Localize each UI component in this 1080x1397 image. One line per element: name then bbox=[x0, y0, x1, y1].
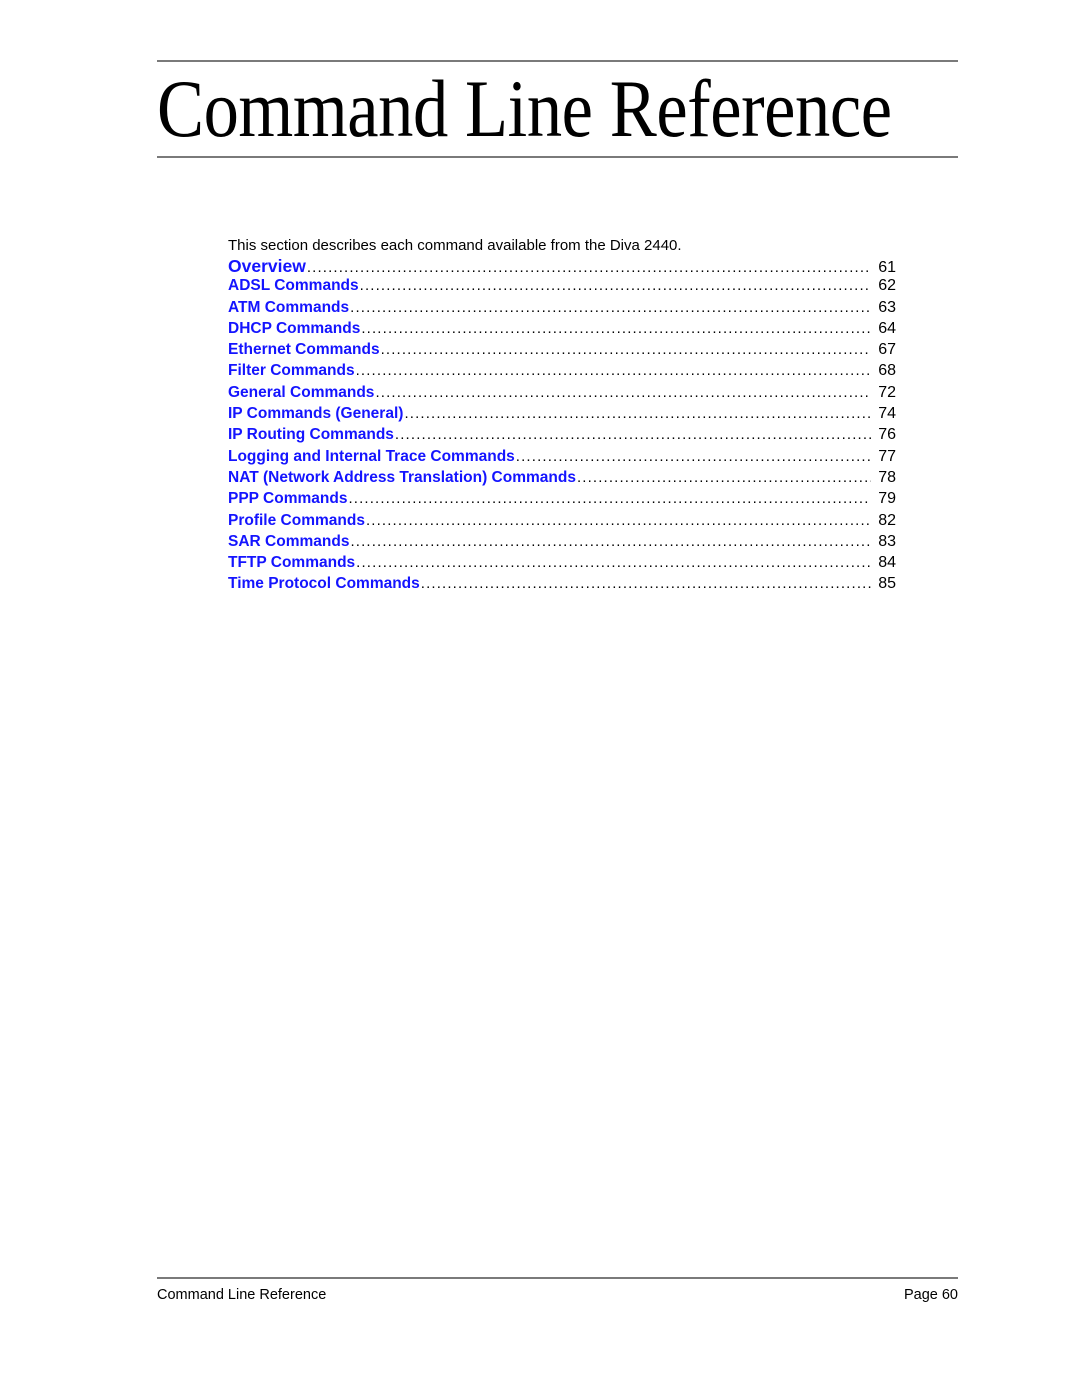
toc-dot-leader bbox=[381, 341, 871, 357]
document-page: Command Line Reference This section desc… bbox=[0, 0, 1080, 1397]
toc-entry-page-number: 63 bbox=[878, 298, 896, 316]
toc-entry-label: SAR Commands bbox=[228, 532, 350, 550]
toc-entry-page-number: 76 bbox=[878, 426, 896, 444]
toc-entry[interactable]: Filter Commands 68 bbox=[228, 362, 896, 383]
footer-document-name: Command Line Reference bbox=[157, 1287, 327, 1303]
toc-entry[interactable]: NAT (Network Address Translation) Comman… bbox=[228, 469, 896, 490]
toc-entry[interactable]: Ethernet Commands 67 bbox=[228, 341, 896, 362]
toc-entry[interactable]: Logging and Internal Trace Commands 77 bbox=[228, 448, 896, 469]
toc-entry[interactable]: Overview 61 bbox=[228, 256, 896, 277]
toc-entry-label: DHCP Commands bbox=[228, 319, 361, 337]
toc-dot-leader bbox=[356, 362, 871, 378]
footer-rule bbox=[157, 1277, 958, 1279]
toc-entry-page-number: 79 bbox=[878, 490, 896, 508]
toc-entry[interactable]: DHCP Commands 64 bbox=[228, 320, 896, 341]
toc-entry-label: General Commands bbox=[228, 383, 375, 401]
toc-dot-leader bbox=[350, 299, 871, 315]
toc-entry-page-number: 78 bbox=[878, 468, 896, 486]
toc-dot-leader bbox=[350, 533, 871, 549]
toc-entry-page-number: 77 bbox=[878, 447, 896, 465]
toc-dot-leader bbox=[395, 426, 871, 442]
toc-dot-leader bbox=[307, 259, 871, 275]
toc-dot-leader bbox=[361, 320, 871, 336]
toc-entry-page-number: 72 bbox=[878, 383, 896, 401]
toc-dot-leader bbox=[404, 405, 871, 421]
toc-entry-label: Filter Commands bbox=[228, 362, 355, 380]
toc-entry-label: NAT (Network Address Translation) Comman… bbox=[228, 468, 576, 486]
toc-dot-leader bbox=[366, 512, 871, 528]
toc-dot-leader bbox=[375, 384, 871, 400]
toc-entry-page-number: 67 bbox=[878, 341, 896, 359]
toc-entry[interactable]: Time Protocol Commands 85 bbox=[228, 575, 896, 596]
toc-entry[interactable]: TFTP Commands 84 bbox=[228, 554, 896, 575]
toc-dot-leader bbox=[348, 490, 871, 506]
toc-entry[interactable]: ATM Commands 63 bbox=[228, 299, 896, 320]
toc-entry-label: Time Protocol Commands bbox=[228, 575, 420, 593]
toc-entry-page-number: 61 bbox=[878, 259, 896, 276]
toc-dot-leader bbox=[421, 575, 871, 591]
footer-page-number: Page 60 bbox=[903, 1287, 958, 1303]
toc-entry-label: ATM Commands bbox=[228, 298, 350, 316]
toc-entry[interactable]: General Commands 72 bbox=[228, 384, 896, 405]
toc-entry-label: Profile Commands bbox=[228, 511, 365, 529]
toc-dot-leader bbox=[356, 554, 871, 570]
toc-entry-page-number: 62 bbox=[878, 277, 896, 295]
toc-entry[interactable]: PPP Commands 79 bbox=[228, 490, 896, 511]
toc-entry-page-number: 64 bbox=[878, 319, 896, 337]
toc-entry-label: Logging and Internal Trace Commands bbox=[228, 447, 515, 465]
toc-entry-page-number: 85 bbox=[878, 575, 896, 593]
toc-dot-leader bbox=[360, 277, 871, 293]
toc-entry-label: IP Routing Commands bbox=[228, 426, 394, 444]
toc-entry-label: Ethernet Commands bbox=[228, 341, 380, 359]
toc-entry-label: ADSL Commands bbox=[228, 277, 359, 295]
toc-entry-page-number: 68 bbox=[878, 362, 896, 380]
toc-dot-leader bbox=[516, 448, 871, 464]
page-title: Command Line Reference bbox=[157, 63, 892, 154]
toc-entry[interactable]: SAR Commands 83 bbox=[228, 533, 896, 554]
toc-entry-page-number: 82 bbox=[878, 511, 896, 529]
title-block: Command Line Reference bbox=[157, 60, 958, 158]
toc-entry[interactable]: IP Routing Commands 76 bbox=[228, 426, 896, 447]
toc-entry-label: PPP Commands bbox=[228, 490, 348, 508]
toc-entry-page-number: 84 bbox=[878, 554, 896, 572]
toc-dot-leader bbox=[577, 469, 871, 485]
toc-entry-page-number: 74 bbox=[878, 405, 896, 423]
toc-entry-page-number: 83 bbox=[878, 532, 896, 550]
toc-entry[interactable]: ADSL Commands 62 bbox=[228, 277, 896, 298]
toc-entry-label: Overview bbox=[228, 256, 306, 276]
toc-entry[interactable]: Profile Commands 82 bbox=[228, 512, 896, 533]
toc-entry-label: TFTP Commands bbox=[228, 554, 356, 572]
table-of-contents: Overview 61 ADSL Commands 62 ATM Commands 63 D… bbox=[228, 256, 896, 597]
toc-entry-label: IP Commands (General) bbox=[228, 405, 404, 423]
title-rule-bottom bbox=[157, 156, 958, 158]
intro-paragraph: This section describes each command avai… bbox=[228, 237, 682, 254]
toc-entry[interactable]: IP Commands (General) 74 bbox=[228, 405, 896, 426]
